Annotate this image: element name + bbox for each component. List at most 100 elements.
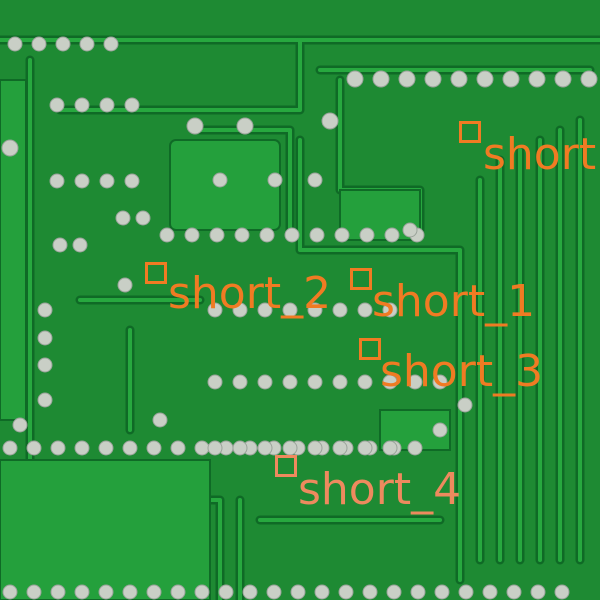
solder-pad: [194, 584, 210, 600]
solder-pad: [212, 172, 228, 188]
solder-pad: [79, 36, 95, 52]
solder-pad: [234, 227, 250, 243]
solder-pad: [103, 36, 119, 52]
solder-pad: [55, 36, 71, 52]
defect-label-short-2: short_2: [168, 268, 332, 319]
solder-pad: [74, 97, 90, 113]
solder-pad: [372, 70, 390, 88]
solder-pad: [232, 374, 248, 390]
solder-pad: [117, 277, 133, 293]
solder-pad: [99, 97, 115, 113]
solder-pad: [321, 112, 339, 130]
solder-pad: [170, 440, 186, 456]
defect-label-short: short: [483, 129, 597, 180]
solder-pad: [1, 139, 19, 157]
solder-pad: [2, 584, 18, 600]
solder-pad: [2, 440, 18, 456]
defect-label-short-4: short_4: [298, 464, 462, 515]
solder-pad: [146, 440, 162, 456]
solder-pad: [26, 584, 42, 600]
solder-pad: [424, 70, 442, 88]
solder-pad: [194, 440, 210, 456]
solder-pad: [7, 36, 23, 52]
solder-pad: [314, 584, 330, 600]
solder-pad: [257, 374, 273, 390]
solder-pad: [309, 227, 325, 243]
solder-pad: [124, 97, 140, 113]
solder-pad: [146, 584, 162, 600]
solder-pad: [290, 584, 306, 600]
solder-pad: [49, 173, 65, 189]
solder-pad: [402, 222, 418, 238]
solder-pad: [31, 36, 47, 52]
solder-pad: [266, 584, 282, 600]
solder-pad: [232, 440, 248, 456]
solder-pad: [98, 440, 114, 456]
solder-pad: [124, 173, 140, 189]
solder-pad: [50, 584, 66, 600]
solder-pad: [37, 357, 53, 373]
solder-pad: [37, 330, 53, 346]
solder-pad: [99, 173, 115, 189]
solder-pad: [74, 584, 90, 600]
solder-pad: [74, 440, 90, 456]
solder-pad: [98, 584, 114, 600]
solder-pad: [52, 237, 68, 253]
solder-pad: [384, 227, 400, 243]
solder-pad: [357, 440, 373, 456]
solder-pad: [359, 227, 375, 243]
solder-pad: [332, 374, 348, 390]
solder-pad: [282, 440, 298, 456]
solder-pad: [122, 440, 138, 456]
defect-box-short-4: [275, 455, 297, 477]
defect-label-short-3: short_3: [380, 346, 544, 397]
solder-pad: [554, 70, 572, 88]
solder-pad: [357, 374, 373, 390]
solder-pad: [186, 117, 204, 135]
solder-pad: [357, 302, 373, 318]
solder-pad: [170, 584, 186, 600]
solder-pad: [346, 70, 364, 88]
solder-pad: [242, 584, 258, 600]
solder-pad: [218, 584, 234, 600]
solder-pad: [482, 584, 498, 600]
solder-pad: [382, 440, 398, 456]
solder-pad: [122, 584, 138, 600]
solder-pad: [432, 422, 448, 438]
solder-pad: [398, 70, 416, 88]
solder-pad: [458, 584, 474, 600]
solder-pad: [26, 440, 42, 456]
solder-pad: [362, 584, 378, 600]
solder-pad: [207, 440, 223, 456]
solder-pad: [502, 70, 520, 88]
solder-pad: [386, 584, 402, 600]
solder-pad: [457, 397, 473, 413]
defect-label-short-1: short_1: [372, 276, 536, 327]
solder-pad: [334, 227, 350, 243]
solder-pad: [307, 172, 323, 188]
solder-pad: [307, 440, 323, 456]
solder-pad: [12, 417, 28, 433]
solder-pad: [450, 70, 468, 88]
solder-pad: [528, 70, 546, 88]
solder-pad: [284, 227, 300, 243]
solder-pad: [207, 374, 223, 390]
solder-pad: [37, 302, 53, 318]
solder-pad: [152, 412, 168, 428]
solder-pad: [236, 117, 254, 135]
solder-pad: [307, 374, 323, 390]
defect-box-short-2: [145, 262, 167, 284]
solder-pad: [50, 440, 66, 456]
solder-pad: [332, 302, 348, 318]
solder-pad: [74, 173, 90, 189]
solder-pad: [72, 237, 88, 253]
solder-pad: [476, 70, 494, 88]
solder-pad: [506, 584, 522, 600]
solder-pad: [580, 70, 598, 88]
solder-pad: [49, 97, 65, 113]
solder-pad: [267, 172, 283, 188]
solder-pad: [115, 210, 131, 226]
solder-pad: [554, 584, 570, 600]
solder-pad: [259, 227, 275, 243]
defect-box-short-3: [359, 338, 381, 360]
